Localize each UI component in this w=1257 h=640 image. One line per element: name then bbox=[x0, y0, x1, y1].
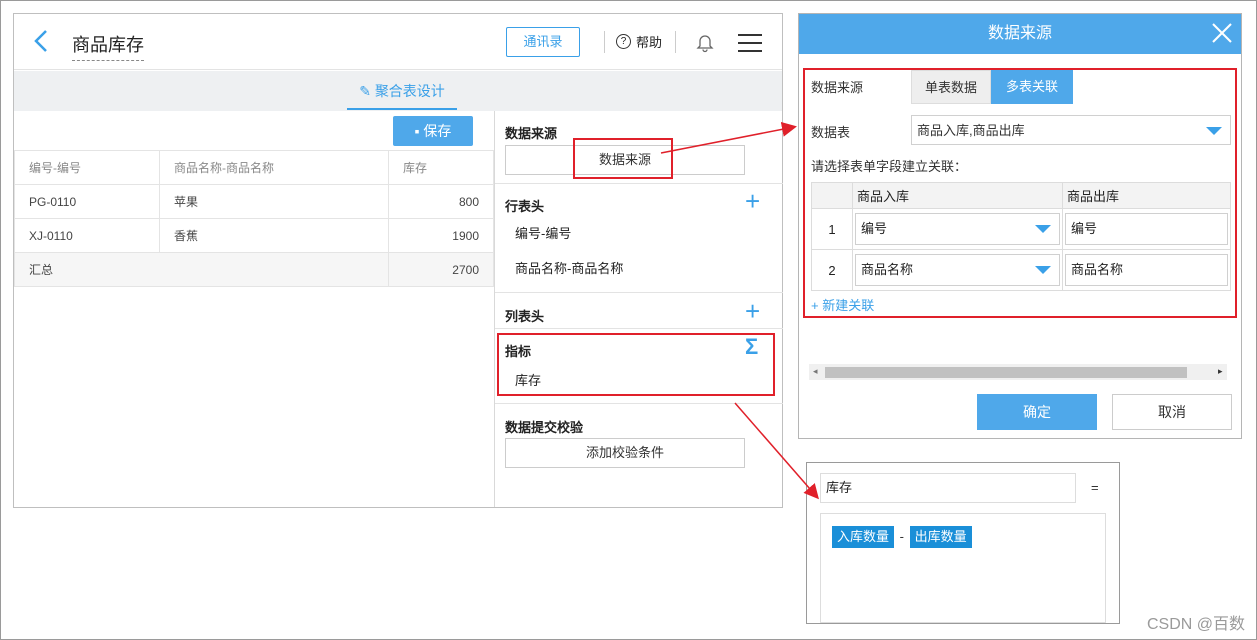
arrow-to-formula bbox=[734, 402, 819, 500]
watermark: CSDN @百数 bbox=[1146, 616, 1245, 633]
arrow-to-dialog bbox=[660, 121, 797, 154]
annotation-arrows bbox=[660, 121, 819, 500]
